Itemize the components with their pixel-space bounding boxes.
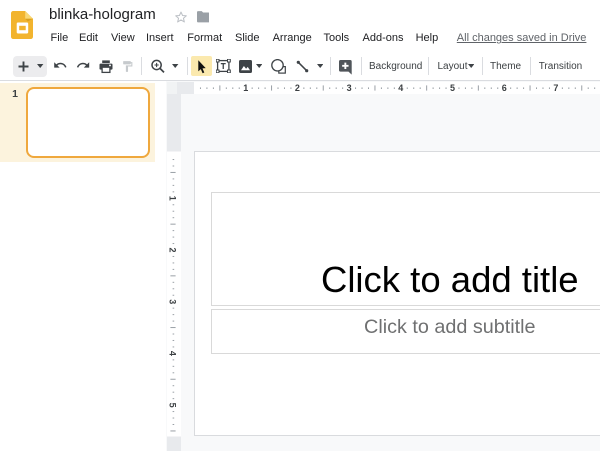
svg-text:5: 5 <box>450 83 455 93</box>
svg-text:4: 4 <box>398 83 403 93</box>
svg-text:5: 5 <box>168 403 178 408</box>
svg-text:2: 2 <box>168 247 178 252</box>
svg-text:7: 7 <box>553 83 558 93</box>
svg-text:1: 1 <box>243 83 248 93</box>
svg-text:2: 2 <box>295 83 300 93</box>
svg-text:3: 3 <box>347 83 352 93</box>
svg-text:1: 1 <box>168 196 178 201</box>
svg-text:3: 3 <box>168 299 178 304</box>
svg-text:4: 4 <box>168 351 178 356</box>
svg-text:6: 6 <box>502 83 507 93</box>
